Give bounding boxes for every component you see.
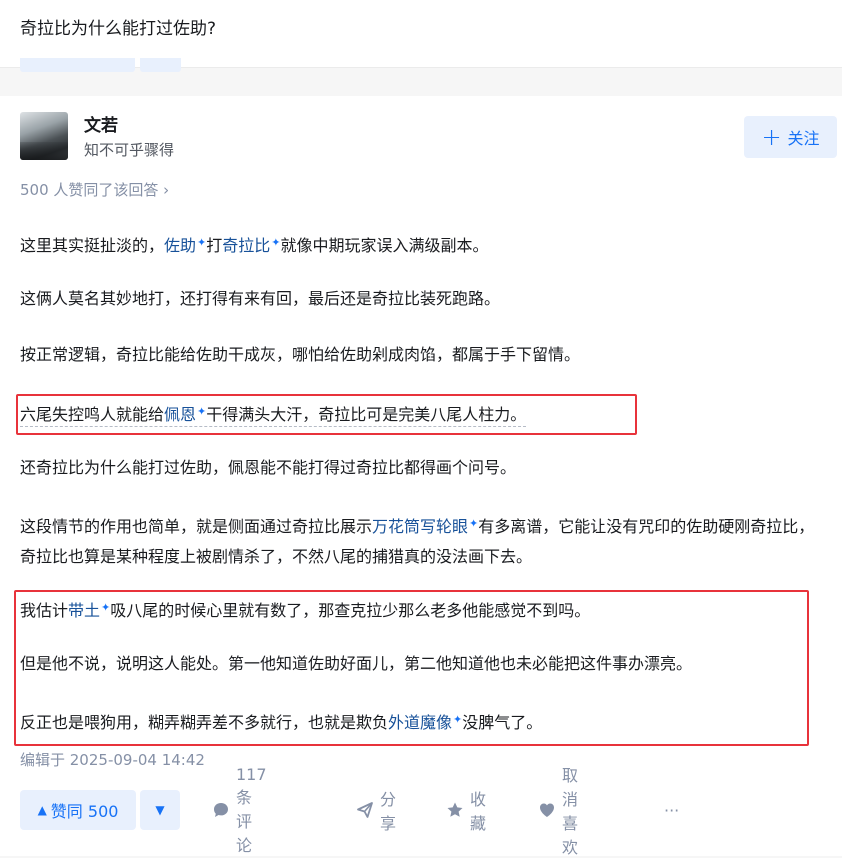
unlike-button[interactable]: 取消喜欢 (538, 766, 578, 857)
answer-card: 文若 知不可乎骤得 + 关注 500 人赞同了该回答 › 这里其实挺扯淡的，佐助… (0, 96, 842, 857)
downvote-button[interactable]: ▼ (140, 790, 180, 830)
keyword-link[interactable]: 佩恩✦ (164, 405, 206, 424)
upvote-button[interactable]: ▲ 赞同 500 (20, 790, 136, 830)
collect-button[interactable]: 收藏 (446, 790, 486, 833)
answer-paragraph-6: 这段情节的作用也简单，就是侧面通过奇拉比展示万花筒写轮眼✦有多离谱，它能让没有咒… (20, 509, 825, 572)
follow-label: 关注 (787, 129, 820, 148)
keyword-link[interactable]: 外道魔像✦ (388, 713, 462, 732)
answer-paragraph-7: 我估计带土✦吸八尾的时候心里就有数了，那查克拉少那么老多他能感觉不到吗。 (20, 593, 590, 626)
author-bio: 知不可乎骤得 (84, 141, 175, 159)
share-button[interactable]: 分享 (356, 790, 396, 833)
share-label: 分享 (380, 790, 397, 833)
triangle-down-icon: ▼ (155, 803, 165, 817)
question-header: 奇拉比为什么能打过佐助? (0, 0, 842, 72)
comments-label: 117 条评论 (236, 764, 267, 855)
edit-time[interactable]: 编辑于 2025-09-04 14:42 (20, 749, 205, 770)
answer-paragraph-4: 六尾失控鸣人就能给佩恩✦干得满头大汗，奇拉比可是完美八尾人柱力。 (20, 397, 527, 430)
keyword-link[interactable]: 佐助✦ (164, 236, 206, 255)
text: 干得满头大汗，奇拉比可是完美八尾人柱力。 (206, 405, 527, 424)
collect-label: 收藏 (470, 790, 487, 833)
triangle-up-icon: ▲ (37, 803, 47, 817)
answer-paragraph-1: 这里其实挺扯淡的，佐助✦打奇拉比✦就像中期玩家误入满级副本。 (20, 228, 489, 261)
unlike-label: 取消喜欢 (562, 766, 579, 857)
answer-paragraph-8: 但是他不说，说明这人能处。第一他知道佐助好面儿，第二他知道他也未必能把这件事办漂… (20, 654, 693, 673)
comment-icon (212, 801, 230, 819)
text: 这里其实挺扯淡的， (20, 236, 165, 255)
sparkle-icon: ✦ (101, 601, 111, 614)
sparkle-icon: ✦ (197, 236, 207, 249)
plus-icon: + (761, 123, 782, 151)
paper-plane-icon (356, 801, 374, 819)
text: 六尾失控鸣人就能给 (20, 405, 165, 424)
author-name[interactable]: 文若 (84, 111, 118, 136)
question-title[interactable]: 奇拉比为什么能打过佐助? (20, 16, 216, 42)
text: 就像中期玩家误入满级副本。 (280, 236, 489, 255)
more-icon: ··· (664, 800, 680, 820)
sparkle-icon: ✦ (469, 517, 479, 530)
header-action-button-secondary[interactable] (140, 58, 181, 72)
answer-paragraph-9: 反正也是喂狗用，糊弄糊弄差不多就行，也就是欺负外道魔像✦没脾气了。 (20, 705, 542, 738)
sparkle-icon: ✦ (453, 713, 463, 726)
text: 没脾气了。 (462, 713, 543, 732)
keyword-link[interactable]: 奇拉比✦ (222, 236, 280, 255)
follow-button[interactable]: + 关注 (744, 116, 837, 158)
star-icon (446, 801, 464, 819)
text: 我估计 (20, 601, 69, 620)
comments-button[interactable]: 117 条评论 (212, 765, 267, 855)
text: 吸八尾的时候心里就有数了，那查克拉少那么老多他能感觉不到吗。 (110, 601, 591, 620)
avatar[interactable] (20, 112, 68, 160)
text: 反正也是喂狗用，糊弄糊弄差不多就行，也就是欺负 (20, 713, 389, 732)
more-button[interactable]: ··· (664, 790, 679, 830)
text: 打 (206, 236, 223, 255)
sparkle-icon: ✦ (271, 236, 281, 249)
upvote-summary[interactable]: 500 人赞同了该回答 › (20, 179, 169, 200)
sparkle-icon: ✦ (197, 405, 207, 418)
keyword-link[interactable]: 带土✦ (68, 601, 110, 620)
answer-paragraph-2: 这俩人莫名其妙地打，还打得有来有回，最后还是奇拉比装死跑路。 (20, 289, 501, 308)
header-action-button[interactable] (20, 58, 135, 72)
text: 这段情节的作用也简单，就是侧面通过奇拉比展示 (20, 517, 373, 536)
answer-paragraph-3: 按正常逻辑，奇拉比能给佐助干成灰，哪怕给佐助剁成肉馅，都属于手下留情。 (20, 345, 581, 364)
keyword-link[interactable]: 万花筒写轮眼✦ (372, 517, 478, 536)
upvote-label: 赞同 500 (50, 802, 119, 821)
heart-icon (538, 801, 556, 819)
answer-paragraph-5: 还奇拉比为什么能打过佐助，佩恩能不能打得过奇拉比都得画个问号。 (20, 458, 517, 477)
